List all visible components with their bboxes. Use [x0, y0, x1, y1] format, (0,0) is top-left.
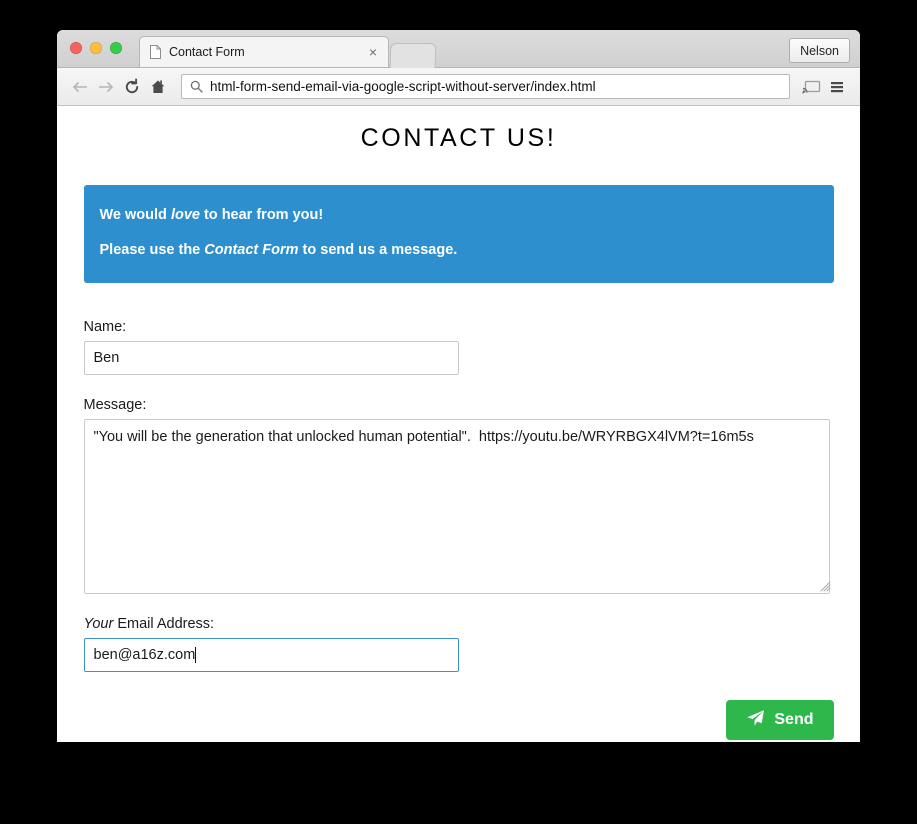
page-viewport: CONTACT US! We would love to hear from y…	[57, 106, 860, 742]
name-input[interactable]	[83, 341, 459, 376]
message-field-group: Message:	[83, 397, 834, 595]
page-title: CONTACT US!	[360, 124, 557, 152]
home-icon[interactable]	[145, 74, 171, 100]
address-bar[interactable]: html-form-send-email-via-google-script-w…	[181, 74, 790, 99]
alert-line-1-emphasis: love	[170, 207, 200, 223]
email-label: Your Email Address:	[84, 616, 834, 632]
text-cursor	[195, 647, 197, 664]
send-button-label: Send	[774, 711, 814, 729]
browser-window: Contact Form × Nelson html-form-send-ema…	[57, 30, 860, 742]
name-label: Name:	[83, 319, 127, 336]
tab-strip: Contact Form × Nelson	[57, 30, 860, 68]
close-icon[interactable]: ×	[366, 45, 380, 59]
window-controls	[70, 42, 122, 54]
email-field-group: Your Email Address: ben@a16z.com	[83, 616, 834, 673]
back-arrow-icon[interactable]	[67, 74, 93, 100]
browser-tab[interactable]: Contact Form ×	[139, 36, 389, 67]
contact-form-container: CONTACT US! We would love to hear from y…	[83, 106, 834, 741]
minimize-window-button[interactable]	[90, 42, 102, 54]
alert-line-2-part-2: to send us a message.	[298, 242, 458, 259]
search-icon	[190, 80, 203, 93]
forward-arrow-icon[interactable]	[93, 74, 119, 100]
send-button[interactable]: Send	[726, 700, 834, 741]
intro-alert: We would love to hear from you! Please u…	[83, 185, 834, 284]
email-label-rest: Email Address:	[113, 616, 215, 633]
reload-icon[interactable]	[119, 74, 145, 100]
message-textarea[interactable]	[83, 419, 830, 595]
address-bar-url: html-form-send-email-via-google-script-w…	[210, 79, 596, 94]
email-label-emphasis: Your	[83, 616, 114, 633]
alert-line-1: We would love to hear from you!	[100, 205, 818, 226]
paper-plane-icon	[746, 709, 765, 732]
new-tab-button[interactable]	[389, 43, 437, 68]
alert-line-2: Please use the Contact Form to send us a…	[100, 240, 818, 261]
maximize-window-button[interactable]	[110, 42, 122, 54]
email-input-value: ben@a16z.com	[93, 647, 196, 664]
browser-toolbar: html-form-send-email-via-google-script-w…	[57, 68, 860, 106]
name-field-group: Name:	[83, 319, 834, 376]
profile-button[interactable]: Nelson	[789, 38, 850, 63]
menu-icon[interactable]	[824, 74, 850, 100]
close-window-button[interactable]	[70, 42, 82, 54]
message-textarea-wrapper	[83, 419, 834, 595]
alert-line-2-part-1: Please use the	[99, 242, 205, 259]
submit-row: Send	[84, 700, 834, 741]
message-label: Message:	[83, 397, 147, 414]
alert-line-2-emphasis: Contact Form	[204, 242, 299, 259]
document-icon	[150, 45, 161, 59]
tab-title: Contact Form	[169, 45, 245, 59]
cast-icon[interactable]	[798, 74, 824, 100]
email-input[interactable]: ben@a16z.com	[83, 638, 459, 673]
alert-line-1-part-2: to hear from you!	[199, 207, 324, 223]
profile-label: Nelson	[800, 43, 839, 58]
email-input-value-wrap: ben@a16z.com	[94, 639, 449, 671]
alert-line-1-part-1: We would	[99, 207, 171, 223]
